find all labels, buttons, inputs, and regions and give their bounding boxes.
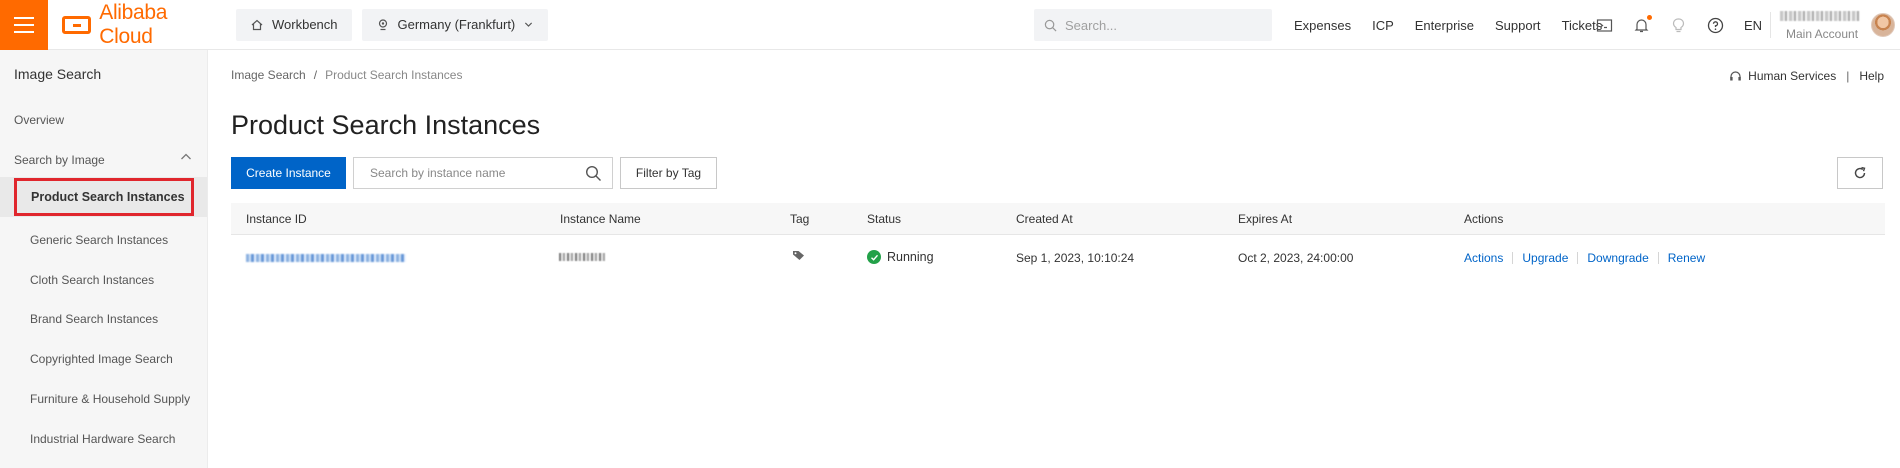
headset-icon: [1730, 70, 1741, 80]
account-name-redacted: [1780, 11, 1860, 21]
region-label: Germany (Frankfurt): [397, 17, 516, 32]
notification-bell-icon[interactable]: [1633, 14, 1652, 34]
workbench-label: Workbench: [272, 17, 338, 32]
sidebar-item-cloth-search-instances[interactable]: Cloth Search Instances: [30, 273, 154, 287]
upgrade-link[interactable]: Upgrade: [1522, 251, 1568, 265]
sidebar-group-search-by-image[interactable]: Search by Image: [14, 153, 105, 167]
account-type-label: Main Account: [1786, 27, 1859, 41]
sidebar-item-furniture-household-supply[interactable]: Furniture & Household Supply: [30, 392, 190, 406]
action-divider: [1657, 252, 1659, 264]
downgrade-link[interactable]: Downgrade: [1587, 251, 1648, 265]
table-header: Instance ID Instance Name Tag Status Cre…: [231, 203, 1885, 235]
help-separator: |: [1846, 69, 1850, 83]
search-icon[interactable]: [585, 165, 602, 182]
global-search[interactable]: [1034, 9, 1272, 41]
column-actions: Actions: [1464, 212, 1504, 226]
expenses-link[interactable]: Expenses: [1294, 18, 1351, 33]
column-expires-at: Expires At: [1238, 212, 1293, 226]
account-menu[interactable]: Main Account: [1778, 7, 1868, 43]
action-divider: [1512, 252, 1514, 264]
help-link[interactable]: Help: [1859, 69, 1884, 83]
icp-link[interactable]: ICP: [1372, 18, 1394, 33]
cloud-shell-icon[interactable]: [1596, 17, 1613, 34]
enterprise-link[interactable]: Enterprise: [1415, 18, 1474, 33]
instance-name-redacted: [559, 253, 605, 261]
column-status: Status: [867, 212, 902, 226]
column-instance-id: Instance ID: [246, 212, 307, 226]
chevron-up-icon[interactable]: [179, 150, 193, 164]
brand-name: Alibaba Cloud: [99, 0, 168, 48]
chevron-down-icon: [525, 22, 533, 27]
sidebar-title: Image Search: [14, 66, 102, 82]
page-title: Product Search Instances: [231, 110, 541, 140]
global-search-input[interactable]: [1065, 17, 1255, 33]
tag-icon[interactable]: [792, 250, 805, 261]
sidebar-item-copyrighted-image-search[interactable]: Copyrighted Image Search: [30, 352, 173, 366]
account-divider: [1770, 12, 1771, 38]
language-switcher[interactable]: EN: [1744, 18, 1762, 33]
breadcrumb-separator: /: [313, 68, 318, 82]
human-services-link[interactable]: Human Services: [1748, 69, 1836, 83]
column-tag: Tag: [790, 212, 810, 226]
create-instance-button[interactable]: Create Instance: [231, 157, 346, 189]
actions-link[interactable]: Actions: [1464, 251, 1503, 265]
search-icon: [1044, 19, 1057, 31]
sidebar: Image Search Overview Search by Image Pr…: [0, 50, 208, 468]
workbench-button[interactable]: Workbench: [236, 8, 352, 41]
top-links: Expenses ICP Enterprise Support Tickets: [1294, 0, 1602, 50]
instance-search[interactable]: [353, 157, 613, 189]
sidebar-item-overview[interactable]: Overview: [14, 113, 64, 127]
brand-logo[interactable]: Alibaba Cloud: [62, 1, 222, 49]
notification-dot: [1647, 14, 1652, 20]
column-created-at: Created At: [1016, 212, 1073, 226]
instance-search-input[interactable]: [370, 166, 580, 180]
expires-at-cell: Oct 2, 2023, 24:00:00: [1238, 251, 1354, 265]
help-area: Human Services | Help: [1729, 69, 1884, 83]
table-row: Running Sep 1, 2023, 10:10:24 Oct 2, 202…: [231, 236, 1885, 280]
action-divider: [1577, 252, 1579, 264]
sidebar-item-brand-search-instances[interactable]: Brand Search Instances: [30, 312, 158, 326]
status-badge: Running: [867, 250, 934, 264]
refresh-icon: [1854, 166, 1866, 179]
sidebar-item-generic-search-instances[interactable]: Generic Search Instances: [30, 233, 168, 247]
sidebar-item-industrial-hardware-search[interactable]: Industrial Hardware Search: [30, 432, 175, 446]
row-actions: Actions Upgrade Downgrade Renew: [1464, 251, 1705, 265]
breadcrumb-current: Product Search Instances: [325, 68, 463, 82]
alibaba-cloud-logo-icon: [62, 15, 92, 34]
column-instance-name: Instance Name: [560, 212, 641, 226]
support-link[interactable]: Support: [1495, 18, 1541, 33]
home-icon: [251, 19, 263, 30]
created-at-cell: Sep 1, 2023, 10:10:24: [1016, 251, 1135, 265]
check-circle-icon: [867, 250, 881, 264]
top-icon-group: EN: [1596, 0, 1762, 50]
region-selector[interactable]: Germany (Frankfurt): [361, 8, 549, 41]
menu-icon[interactable]: [0, 0, 48, 50]
instance-id-link-redacted[interactable]: [246, 254, 406, 262]
location-pin-icon: [378, 18, 387, 30]
avatar[interactable]: [1871, 13, 1895, 37]
status-text: Running: [887, 250, 934, 264]
breadcrumb-image-search[interactable]: Image Search: [231, 68, 306, 82]
sidebar-item-product-search-instances[interactable]: Product Search Instances: [14, 178, 194, 216]
filter-by-tag-button[interactable]: Filter by Tag: [620, 157, 717, 189]
refresh-button[interactable]: [1837, 157, 1883, 189]
lightbulb-icon[interactable]: [1670, 17, 1687, 34]
renew-link[interactable]: Renew: [1668, 251, 1705, 265]
breadcrumb: Image Search / Product Search Instances: [231, 68, 462, 82]
help-circle-icon[interactable]: [1707, 17, 1724, 34]
